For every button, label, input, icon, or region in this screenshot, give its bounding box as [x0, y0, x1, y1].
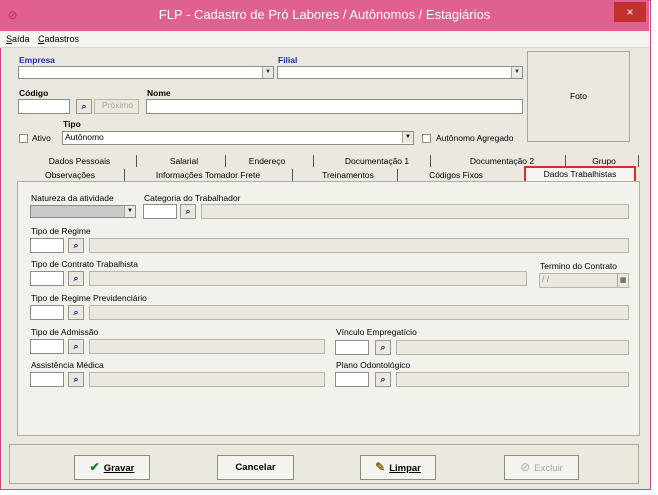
- nome-label: Nome: [147, 88, 171, 98]
- excluir-label: Excluir: [534, 463, 563, 474]
- vinculo-label: Vínculo Empregatício: [336, 327, 417, 337]
- categoria-description: [201, 204, 629, 219]
- plano-odonto-description: [396, 372, 629, 387]
- chevron-down-icon[interactable]: ▼: [511, 67, 522, 78]
- vinculo-code-input[interactable]: [335, 340, 369, 355]
- cancelar-button[interactable]: Cancelar: [217, 455, 294, 480]
- categoria-label: Categoria do Trabalhador: [144, 193, 241, 203]
- assistencia-label: Assistência Médica: [31, 360, 104, 370]
- filial-select[interactable]: ▼: [277, 66, 523, 79]
- binoculars-icon[interactable]: ⌕: [375, 372, 391, 387]
- tab-observacoes[interactable]: Observações: [30, 169, 110, 181]
- plano-odonto-label: Plano Odontológico: [336, 360, 411, 370]
- binoculars-icon[interactable]: ⌕: [68, 305, 84, 320]
- tipo-admissao-label: Tipo de Admissão: [31, 327, 99, 337]
- chevron-down-icon[interactable]: ▼: [262, 67, 273, 78]
- tipo-contrato-code-input[interactable]: [30, 271, 64, 286]
- tipo-contrato-description: [89, 271, 527, 286]
- tab-divider: [313, 155, 314, 167]
- menu-cadastros[interactable]: Cadastros: [38, 34, 79, 44]
- autonomo-agregado-checkbox[interactable]: [422, 134, 431, 143]
- tipo-value: Autônomo: [65, 132, 104, 142]
- tipo-label: Tipo: [63, 119, 81, 129]
- menu-bar: Saída Cadastros: [0, 31, 649, 48]
- tipo-regime-description: [89, 238, 629, 253]
- cancelar-label: Cancelar: [235, 462, 276, 473]
- tab-treinamentos[interactable]: Treinamentos: [308, 169, 388, 181]
- chevron-down-icon[interactable]: ▼: [124, 206, 135, 217]
- tipo-admissao-description: [89, 339, 325, 354]
- foto-label: Foto: [569, 91, 587, 101]
- termino-contrato-input[interactable]: / / ▦: [539, 273, 629, 288]
- tipo-contrato-label: Tipo de Contrato Trabalhista: [31, 259, 138, 269]
- tipo-admissao-code-input[interactable]: [30, 339, 64, 354]
- limpar-label: Limpar: [389, 463, 421, 474]
- broom-icon: ✎: [375, 460, 386, 474]
- tipo-select[interactable]: Autônomo ▼: [62, 131, 414, 145]
- ativo-checkbox[interactable]: [19, 134, 28, 143]
- photo-frame[interactable]: Foto: [527, 51, 630, 142]
- plano-odonto-code-input[interactable]: [335, 372, 369, 387]
- limpar-button[interactable]: ✎ Limpar: [360, 455, 436, 480]
- title-bar: ⊘ FLP - Cadastro de Pró Labores / Autôno…: [0, 0, 649, 31]
- codigo-input[interactable]: [18, 99, 70, 114]
- tab-endereco[interactable]: Endereço: [236, 155, 298, 167]
- binoculars-icon[interactable]: ⌕: [76, 99, 92, 114]
- binoculars-icon[interactable]: ⌕: [68, 372, 84, 387]
- assistencia-description: [89, 372, 325, 387]
- categoria-code-input[interactable]: [143, 204, 177, 219]
- tab-divider: [292, 169, 293, 181]
- tab-divider: [638, 155, 639, 167]
- gravar-label: Gravar: [103, 463, 135, 474]
- proximo-button[interactable]: Próximo: [94, 99, 139, 114]
- delete-icon: ⊘: [520, 460, 531, 474]
- codigo-label: Código: [19, 88, 49, 98]
- menu-cadastros-rest: adastros: [44, 34, 80, 44]
- menu-saida-rest: aída: [12, 34, 30, 44]
- natureza-select[interactable]: ▼: [30, 205, 136, 218]
- binoculars-icon[interactable]: ⌕: [375, 340, 391, 355]
- empresa-select[interactable]: ▼: [18, 66, 274, 79]
- tab-documentacao-1[interactable]: Documentação 1: [336, 155, 418, 167]
- binoculars-icon[interactable]: ⌕: [68, 238, 84, 253]
- tab-informacoes-tomador-frete[interactable]: Informações Tomador Frete: [145, 169, 271, 181]
- filial-label: Filial: [278, 55, 298, 65]
- vinculo-description: [396, 340, 629, 355]
- chevron-down-icon[interactable]: ▼: [402, 132, 413, 143]
- excluir-button[interactable]: ⊘ Excluir: [504, 455, 579, 480]
- binoculars-icon[interactable]: ⌕: [68, 339, 84, 354]
- natureza-label: Natureza da atividade: [31, 193, 114, 203]
- nome-input[interactable]: [146, 99, 523, 114]
- regime-prev-label: Tipo de Regime Previdenciário: [31, 293, 147, 303]
- autonomo-agregado-label: Autônomo Agregado: [436, 133, 514, 143]
- regime-prev-code-input[interactable]: [30, 305, 64, 320]
- window-title: FLP - Cadastro de Pró Labores / Autônomo…: [158, 7, 491, 22]
- assistencia-code-input[interactable]: [30, 372, 64, 387]
- check-icon: ✔: [89, 460, 100, 474]
- gravar-button[interactable]: ✔ Gravar: [74, 455, 150, 480]
- empresa-label: Empresa: [19, 55, 55, 65]
- tab-divider: [124, 169, 125, 181]
- tipo-regime-code-input[interactable]: [30, 238, 64, 253]
- binoculars-icon[interactable]: ⌕: [68, 271, 84, 286]
- tab-divider: [225, 155, 226, 167]
- close-button[interactable]: ×: [614, 2, 646, 22]
- tab-dados-pessoais[interactable]: Dados Pessoais: [32, 155, 127, 167]
- termino-contrato-label: Termino do Contrato: [540, 261, 618, 271]
- tipo-regime-label: Tipo de Regime: [31, 226, 91, 236]
- tab-codigos-fixos[interactable]: Códigos Fixos: [416, 169, 496, 181]
- tab-salarial[interactable]: Salarial: [160, 155, 208, 167]
- menu-saida[interactable]: Saída: [6, 34, 30, 44]
- tab-divider: [136, 155, 137, 167]
- tab-divider: [430, 155, 431, 167]
- calendar-icon[interactable]: ▦: [617, 274, 628, 287]
- ativo-label: Ativo: [32, 133, 51, 143]
- regime-prev-description: [89, 305, 629, 320]
- tab-divider: [397, 169, 398, 181]
- termino-contrato-value: / /: [542, 274, 550, 284]
- binoculars-icon[interactable]: ⌕: [180, 204, 196, 219]
